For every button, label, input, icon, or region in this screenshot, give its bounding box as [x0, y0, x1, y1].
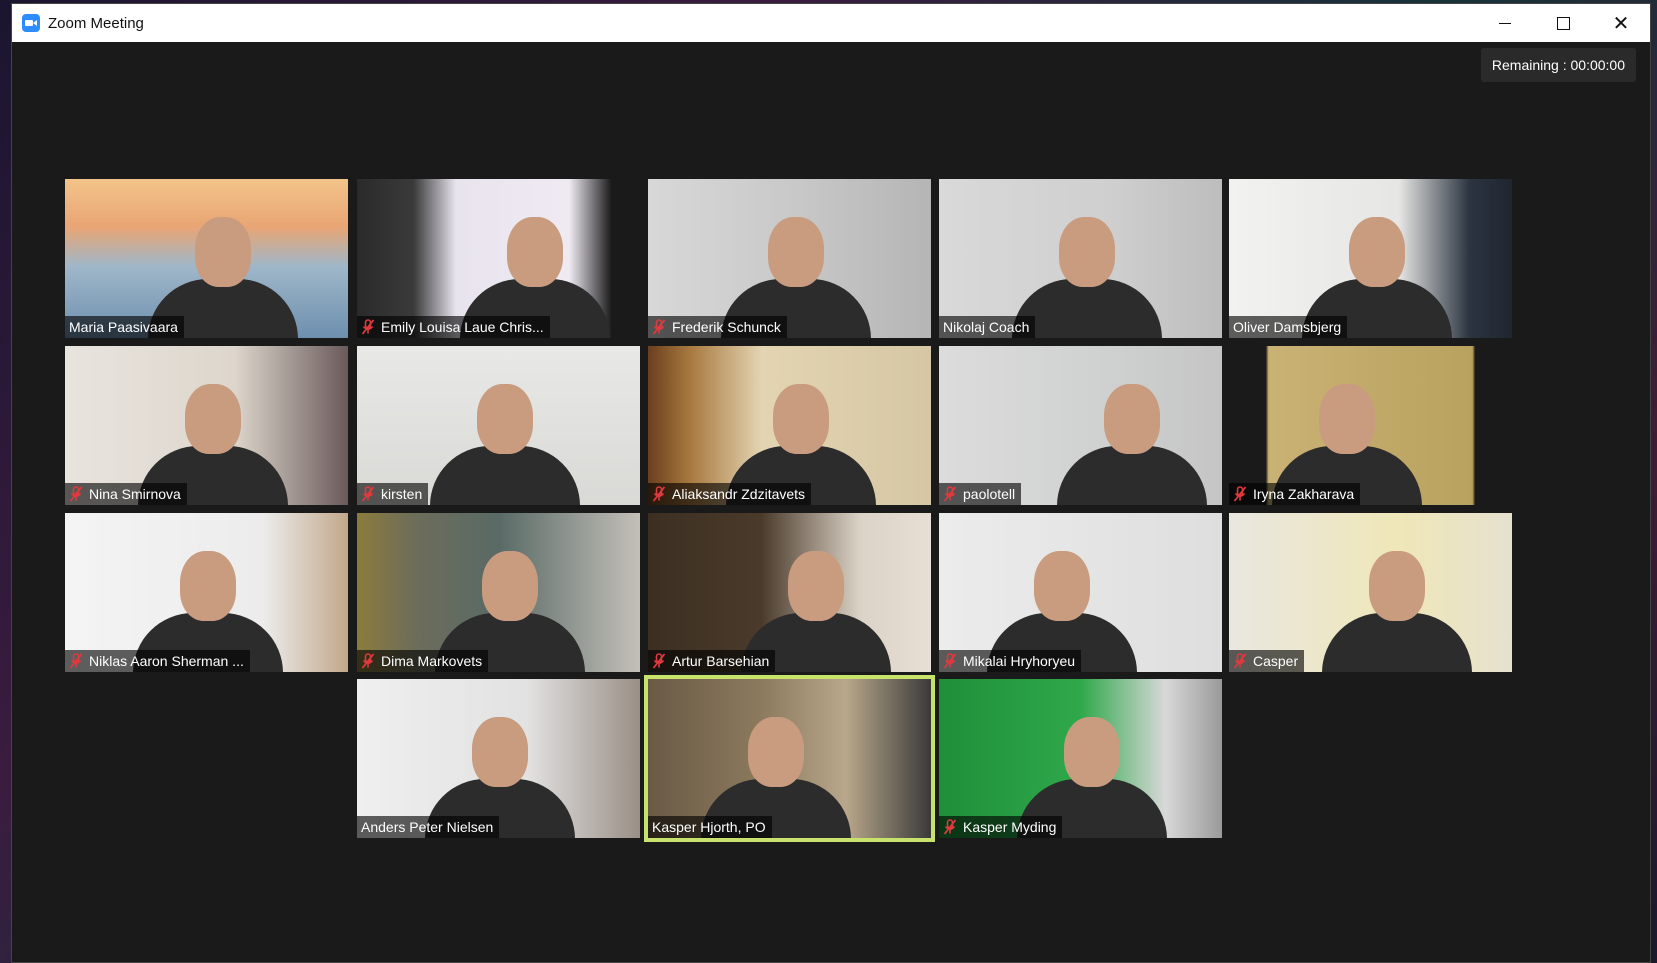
participant-face: [507, 217, 563, 287]
participant-name: Oliver Damsbjerg: [1233, 319, 1342, 335]
participant-tile[interactable]: paolotell: [939, 346, 1222, 505]
participant-name-tag: Oliver Damsbjerg: [1229, 316, 1348, 338]
participant-tile[interactable]: Niklas Aaron Sherman ...: [65, 513, 348, 672]
participant-name-tag: Anders Peter Nielsen: [357, 816, 500, 838]
participant-name: paolotell: [963, 486, 1016, 502]
participant-tile[interactable]: Kasper Hjorth, PO: [644, 675, 935, 842]
participant-tile[interactable]: Kasper Myding: [939, 679, 1222, 838]
participant-name: Kasper Myding: [963, 819, 1057, 835]
mic-muted-icon: [943, 653, 957, 669]
mic-muted-icon: [361, 653, 375, 669]
participant-name: Emily Louisa Laue Chris...: [381, 319, 544, 335]
participant-name: Mikalai Hryhoryeu: [963, 653, 1076, 669]
participant-name-tag: Maria Paasivaara: [65, 316, 184, 338]
participant-tile[interactable]: Frederik Schunck: [648, 179, 931, 338]
participant-face: [472, 717, 528, 787]
participant-tile[interactable]: Aliaksandr Zdzitavets: [648, 346, 931, 505]
mic-muted-icon: [1233, 486, 1247, 502]
participant-face: [185, 384, 241, 454]
participant-name-tag: Dima Markovets: [357, 650, 489, 672]
participant-tile[interactable]: Nina Smirnova: [65, 346, 348, 505]
participant-name: Casper: [1253, 653, 1299, 669]
zoom-logo-icon: [22, 14, 40, 32]
participant-face: [195, 217, 251, 287]
mic-muted-icon: [652, 653, 666, 669]
participant-name: Nina Smirnova: [89, 486, 181, 502]
mic-muted-icon: [69, 486, 83, 502]
window-controls: ✕: [1476, 4, 1650, 42]
minimize-button[interactable]: [1476, 4, 1534, 42]
participant-face: [1064, 717, 1120, 787]
participant-name-tag: Mikalai Hryhoryeu: [939, 650, 1082, 672]
participant-tile[interactable]: Nikolaj Coach: [939, 179, 1222, 338]
participant-face: [1034, 551, 1090, 621]
maximize-icon: [1556, 16, 1570, 30]
participant-name-tag: Nikolaj Coach: [939, 316, 1036, 338]
participant-tile[interactable]: Anders Peter Nielsen: [357, 679, 640, 838]
participant-face: [1059, 217, 1115, 287]
participant-name-tag: paolotell: [939, 483, 1022, 505]
close-button[interactable]: ✕: [1592, 4, 1650, 42]
participant-tile[interactable]: Maria Paasivaara: [65, 179, 348, 338]
participant-name-tag: Nina Smirnova: [65, 483, 187, 505]
participant-tile[interactable]: Artur Barsehian: [648, 513, 931, 672]
participant-name: Dima Markovets: [381, 653, 483, 669]
close-icon: ✕: [1612, 11, 1630, 35]
mic-muted-icon: [361, 486, 375, 502]
participant-tile[interactable]: Mikalai Hryhoryeu: [939, 513, 1222, 672]
participant-name: Artur Barsehian: [672, 653, 770, 669]
participant-name: Aliaksandr Zdzitavets: [672, 486, 806, 502]
mic-muted-icon: [69, 653, 83, 669]
participant-name: Nikolaj Coach: [943, 319, 1030, 335]
participant-face: [1369, 551, 1425, 621]
participant-name-tag: Aliaksandr Zdzitavets: [648, 483, 812, 505]
participant-name-tag: Casper: [1229, 650, 1305, 672]
remaining-time-label: Remaining : 00:00:00: [1491, 57, 1625, 73]
participant-name-tag: Niklas Aaron Sherman ...: [65, 650, 250, 672]
participant-name-tag: kirsten: [357, 483, 429, 505]
participant-face: [788, 551, 844, 621]
participant-name-tag: Kasper Hjorth, PO: [648, 816, 772, 838]
participant-name: Kasper Hjorth, PO: [652, 819, 766, 835]
participant-name: Niklas Aaron Sherman ...: [89, 653, 244, 669]
mic-muted-icon: [652, 486, 666, 502]
zoom-window: Zoom Meeting ✕ Remaining : 00:00:00 Mari…: [12, 4, 1650, 962]
participant-tile[interactable]: Casper: [1229, 513, 1512, 672]
participant-name-tag: Iryna Zakharava: [1229, 483, 1361, 505]
participant-name: Iryna Zakharava: [1253, 486, 1355, 502]
window-title: Zoom Meeting: [48, 14, 144, 32]
participant-name: Maria Paasivaara: [69, 319, 178, 335]
participant-face: [1104, 384, 1160, 454]
participant-face: [180, 551, 236, 621]
participant-tile[interactable]: Oliver Damsbjerg: [1229, 179, 1512, 338]
participant-name-tag: Artur Barsehian: [648, 650, 776, 672]
participant-face: [1319, 384, 1375, 454]
mic-muted-icon: [652, 319, 666, 335]
participant-tile[interactable]: Emily Louisa Laue Chris...: [357, 179, 640, 338]
mic-muted-icon: [361, 319, 375, 335]
mic-muted-icon: [943, 486, 957, 502]
participant-face: [477, 384, 533, 454]
participant-name: Frederik Schunck: [672, 319, 781, 335]
participant-face: [768, 217, 824, 287]
participant-tile[interactable]: kirsten: [357, 346, 640, 505]
title-bar[interactable]: Zoom Meeting ✕: [12, 4, 1650, 42]
mic-muted-icon: [1233, 653, 1247, 669]
participant-face: [748, 717, 804, 787]
participant-name: Anders Peter Nielsen: [361, 819, 494, 835]
maximize-button[interactable]: [1534, 4, 1592, 42]
participant-name-tag: Emily Louisa Laue Chris...: [357, 316, 550, 338]
participant-tile[interactable]: Iryna Zakharava: [1229, 346, 1512, 505]
participant-name: kirsten: [381, 486, 423, 502]
remaining-time-badge: Remaining : 00:00:00: [1480, 48, 1636, 82]
participant-face: [773, 384, 829, 454]
participant-name-tag: Frederik Schunck: [648, 316, 787, 338]
participant-face: [482, 551, 538, 621]
mic-muted-icon: [943, 819, 957, 835]
participant-tile[interactable]: Dima Markovets: [357, 513, 640, 672]
participant-name-tag: Kasper Myding: [939, 816, 1063, 838]
minimize-icon: [1499, 22, 1511, 24]
participant-face: [1349, 217, 1405, 287]
